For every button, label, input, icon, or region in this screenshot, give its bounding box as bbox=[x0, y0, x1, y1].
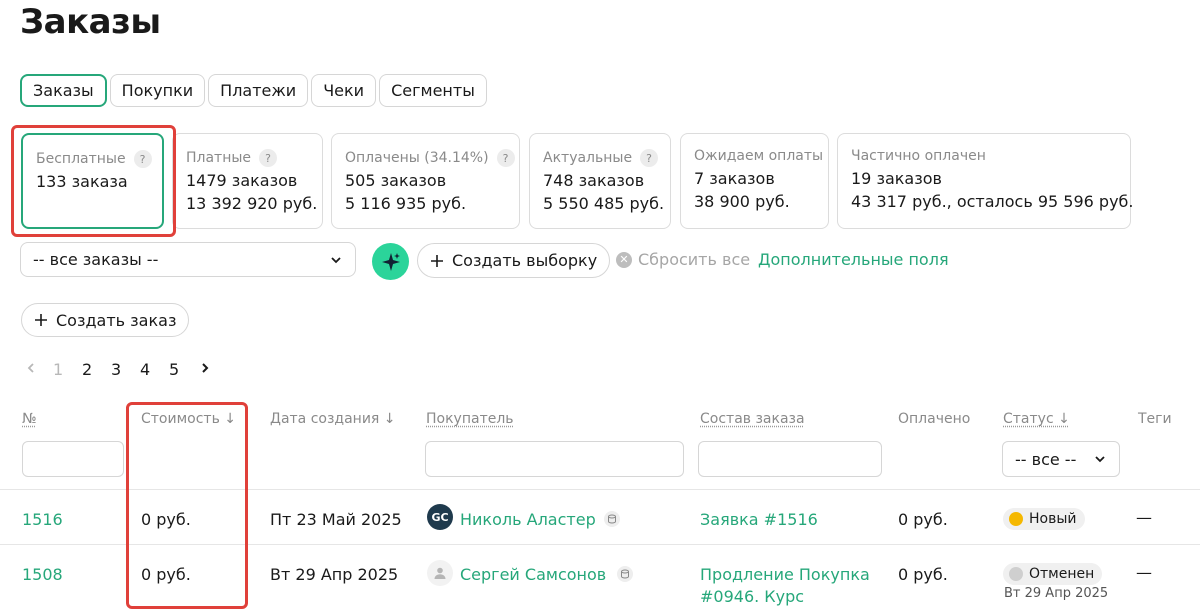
buyer-link[interactable]: Николь Аластер bbox=[460, 510, 596, 529]
database-icon[interactable] bbox=[604, 511, 620, 527]
stat-card-amount: 5 116 935 руб. bbox=[345, 194, 467, 213]
stat-card-title: Платные bbox=[186, 150, 252, 166]
chevron-right-icon[interactable] bbox=[198, 360, 227, 379]
column-header-tags: Теги bbox=[1138, 411, 1172, 427]
column-header-composition[interactable]: Состав заказа bbox=[700, 411, 805, 427]
composition-filter-input[interactable] bbox=[698, 441, 882, 477]
question-icon[interactable]: ? bbox=[133, 150, 152, 168]
plus-icon bbox=[35, 314, 47, 326]
status-dot-icon bbox=[1009, 512, 1023, 526]
stat-card-partial[interactable]: Частично оплачен 19 заказов 43 317 руб.,… bbox=[837, 133, 1134, 229]
order-tags: — bbox=[1136, 563, 1152, 582]
column-header-buyer[interactable]: Покупатель bbox=[426, 411, 514, 427]
stat-card-title: Ожидаем оплаты bbox=[694, 148, 824, 164]
stat-card-awaiting[interactable]: Ожидаем оплаты 7 заказов 38 900 руб. bbox=[680, 133, 829, 229]
close-circle-icon: ✕ bbox=[616, 251, 632, 268]
tab-bar: Заказы Покупки Платежи Чеки Сегменты bbox=[20, 74, 487, 107]
order-created: Вт 29 Апр 2025 bbox=[270, 565, 399, 584]
status-date: Вт 29 Апр 2025 bbox=[1004, 586, 1109, 601]
order-tags: — bbox=[1136, 508, 1152, 527]
page-5[interactable]: 5 bbox=[169, 360, 198, 379]
order-paid: 0 руб. bbox=[898, 565, 948, 584]
create-selection-button[interactable]: Создать выборку bbox=[417, 243, 611, 278]
stat-card-count: 748 заказов bbox=[543, 171, 645, 190]
column-header-number[interactable]: № bbox=[22, 411, 37, 427]
stat-card-amount: 38 900 руб. bbox=[694, 192, 790, 211]
question-icon[interactable]: ? bbox=[496, 149, 515, 167]
page-1[interactable]: 1 bbox=[53, 360, 82, 379]
page-title: Заказы bbox=[20, 2, 161, 42]
page-2[interactable]: 2 bbox=[82, 360, 111, 379]
tab-receipts[interactable]: Чеки bbox=[311, 74, 377, 107]
order-created: Пт 23 Май 2025 bbox=[270, 510, 402, 529]
chevron-down-icon bbox=[1095, 456, 1105, 463]
reset-all-button[interactable]: ✕ Сбросить все bbox=[616, 250, 750, 269]
stat-card-count: 133 заказа bbox=[36, 172, 128, 191]
orders-filter-value: -- все заказы -- bbox=[33, 250, 159, 269]
stat-card-paid-percent[interactable]: Оплачены (34.14%)? 505 заказов 5 116 935… bbox=[331, 133, 520, 229]
status-filter-select[interactable]: -- все -- bbox=[1002, 441, 1120, 477]
create-order-label: Создать заказ bbox=[56, 310, 177, 330]
column-header-created[interactable]: Дата создания ↓ bbox=[270, 411, 396, 427]
tab-purchases[interactable]: Покупки bbox=[109, 74, 206, 107]
column-header-cost[interactable]: Стоимость ↓ bbox=[141, 411, 236, 427]
page-4[interactable]: 4 bbox=[140, 360, 169, 379]
reset-all-label: Сбросить все bbox=[638, 250, 751, 269]
status-label: Отменен bbox=[1029, 566, 1095, 582]
table-divider bbox=[0, 489, 1200, 490]
tab-payments[interactable]: Платежи bbox=[208, 74, 309, 107]
stat-card-title: Актуальные bbox=[543, 150, 633, 166]
number-filter-input[interactable] bbox=[22, 441, 124, 477]
order-id-link[interactable]: 1516 bbox=[22, 510, 63, 529]
chevron-left-icon[interactable] bbox=[24, 360, 53, 379]
composition-link-cont[interactable]: #0946. Курс bbox=[700, 587, 804, 606]
stat-card-paid[interactable]: Платные? 1479 заказов 13 392 920 руб. bbox=[172, 133, 323, 229]
create-selection-label: Создать выборку bbox=[452, 251, 598, 270]
order-cost: 0 руб. bbox=[141, 565, 191, 584]
stat-card-amount: 13 392 920 руб. bbox=[186, 194, 318, 213]
tab-orders[interactable]: Заказы bbox=[20, 74, 107, 107]
stat-card-amount: 43 317 руб., осталось 95 596 руб. bbox=[851, 192, 1134, 211]
composition-link[interactable]: Заявка #1516 bbox=[700, 510, 818, 529]
user-avatar-icon bbox=[427, 560, 453, 586]
buyer-link[interactable]: Сергей Самсонов bbox=[460, 565, 606, 584]
order-paid: 0 руб. bbox=[898, 510, 948, 529]
pagination: 1 2 3 4 5 bbox=[24, 360, 227, 379]
stat-card-free[interactable]: Бесплатные? 133 заказа bbox=[21, 133, 164, 229]
stat-card-amount: 5 550 485 руб. bbox=[543, 194, 665, 213]
composition-link[interactable]: Продление Покупка bbox=[700, 565, 870, 584]
buyer-filter-input[interactable] bbox=[425, 441, 684, 477]
question-icon[interactable]: ? bbox=[640, 149, 659, 167]
stat-card-title: Оплачены (34.14%) bbox=[345, 150, 489, 166]
status-dot-icon bbox=[1009, 567, 1023, 581]
chevron-down-icon bbox=[331, 256, 341, 263]
column-header-status[interactable]: Статус ↓ bbox=[1003, 411, 1070, 427]
page-3[interactable]: 3 bbox=[111, 360, 140, 379]
avatar: GC bbox=[427, 504, 453, 530]
status-badge: Новый bbox=[1003, 508, 1085, 530]
stat-card-count: 1479 заказов bbox=[186, 171, 298, 190]
stat-card-count: 505 заказов bbox=[345, 171, 447, 190]
status-filter-value: -- все -- bbox=[1015, 449, 1077, 469]
table-divider bbox=[0, 544, 1200, 545]
stat-card-title: Бесплатные bbox=[36, 151, 126, 167]
ai-sparkle-button[interactable] bbox=[372, 243, 409, 280]
stat-card-count: 19 заказов bbox=[851, 169, 942, 188]
database-icon[interactable] bbox=[617, 566, 633, 582]
status-badge: Отменен bbox=[1003, 563, 1103, 585]
order-cost: 0 руб. bbox=[141, 510, 191, 529]
plus-icon bbox=[431, 254, 443, 267]
create-order-button[interactable]: Создать заказ bbox=[21, 303, 190, 337]
stat-card-count: 7 заказов bbox=[694, 169, 775, 188]
status-label: Новый bbox=[1029, 511, 1077, 527]
question-icon[interactable]: ? bbox=[259, 149, 278, 167]
stat-card-actual[interactable]: Актуальные? 748 заказов 5 550 485 руб. bbox=[529, 133, 671, 229]
order-id-link[interactable]: 1508 bbox=[22, 565, 63, 584]
extra-fields-link[interactable]: Дополнительные поля bbox=[758, 250, 949, 269]
stat-card-title: Частично оплачен bbox=[851, 148, 986, 164]
orders-filter-select[interactable]: -- все заказы -- bbox=[20, 242, 356, 277]
tab-segments[interactable]: Сегменты bbox=[379, 74, 487, 107]
sparkle-icon bbox=[381, 252, 400, 271]
column-header-paid: Оплачено bbox=[898, 411, 971, 427]
